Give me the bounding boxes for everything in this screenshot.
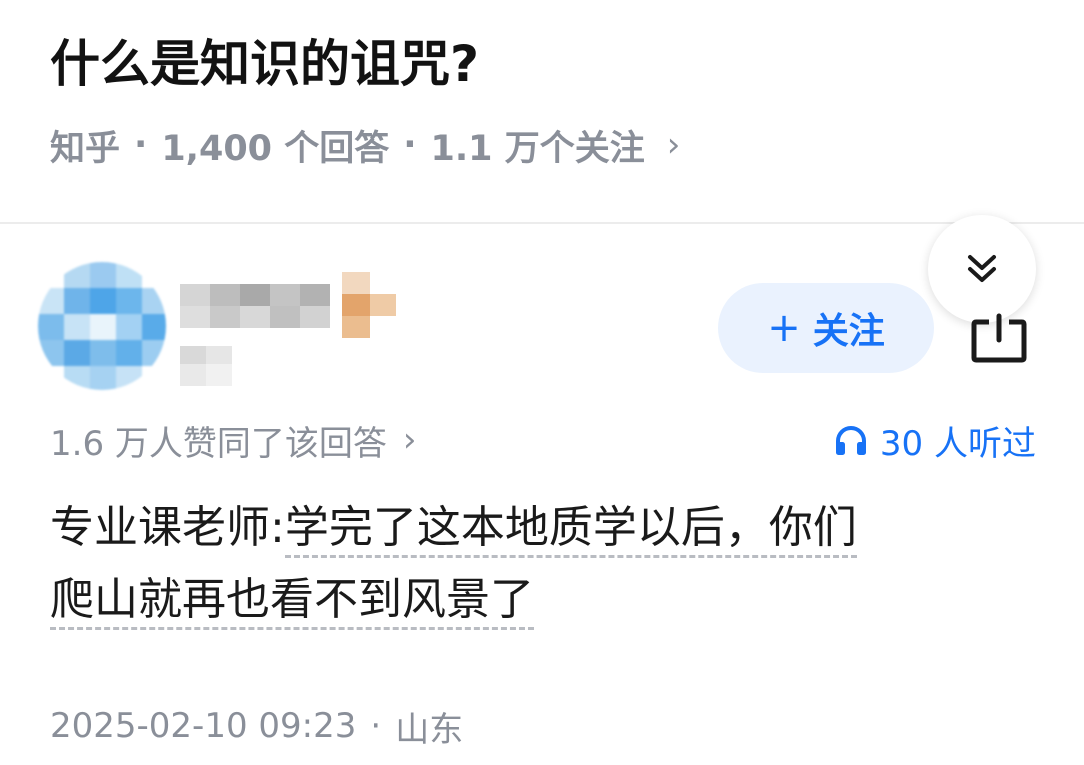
source-label: 知乎 xyxy=(50,128,121,169)
votes-row[interactable]: 1.6 万人赞同了该回答 › xyxy=(50,414,417,466)
search-highlight[interactable]: 爬山就再也看不到风景了 xyxy=(50,574,534,630)
meta-separator: · xyxy=(403,125,417,165)
follow-button[interactable]: + 关注 xyxy=(718,283,934,373)
follower-count: 1.1 万个关注 xyxy=(430,128,645,169)
listened-row[interactable]: 30 人听过 xyxy=(834,414,1036,466)
double-chevron-down-icon xyxy=(968,255,996,282)
meta-separator: · xyxy=(370,706,382,746)
chevron-right-icon: › xyxy=(402,420,417,460)
answer-text[interactable]: 专业课老师:学完了这本地质学以后，你们 爬山就再也看不到风景了 xyxy=(50,492,1010,636)
answer-line-1-prefix: 专业课老师: xyxy=(50,502,285,553)
plus-icon: + xyxy=(767,305,801,351)
share-icon[interactable] xyxy=(966,306,1032,366)
avatar[interactable] xyxy=(38,262,166,390)
answer-date: 2025-02-10 09:23 xyxy=(50,706,357,746)
listened-label: 30 人听过 xyxy=(879,423,1036,464)
search-highlight[interactable]: 学完了这本地质学以后，你们 xyxy=(284,502,857,558)
answer-line-1: 专业课老师:学完了这本地质学以后，你们 xyxy=(50,492,1010,564)
question-title[interactable]: 什么是知识的诅咒? xyxy=(50,28,479,100)
headphones-icon xyxy=(835,426,866,455)
author-name-masked[interactable] xyxy=(180,272,490,386)
answer-count: 1,400 个回答 xyxy=(161,128,390,169)
divider xyxy=(0,222,1084,224)
follow-label: 关注 xyxy=(812,311,885,352)
answer-location: 山东 xyxy=(395,709,464,750)
meta-separator: · xyxy=(134,125,148,165)
question-meta[interactable]: 知乎 · 1,400 个回答 · 1.1 万个关注 › xyxy=(50,118,680,172)
answer-line-2: 爬山就再也看不到风景了 xyxy=(50,564,1010,636)
votes-label: 1.6 万人赞同了该回答 xyxy=(50,423,387,464)
answer-meta: 2025-02-10 09:23 · 山东 xyxy=(50,700,463,752)
chevron-right-icon: › xyxy=(666,125,681,165)
